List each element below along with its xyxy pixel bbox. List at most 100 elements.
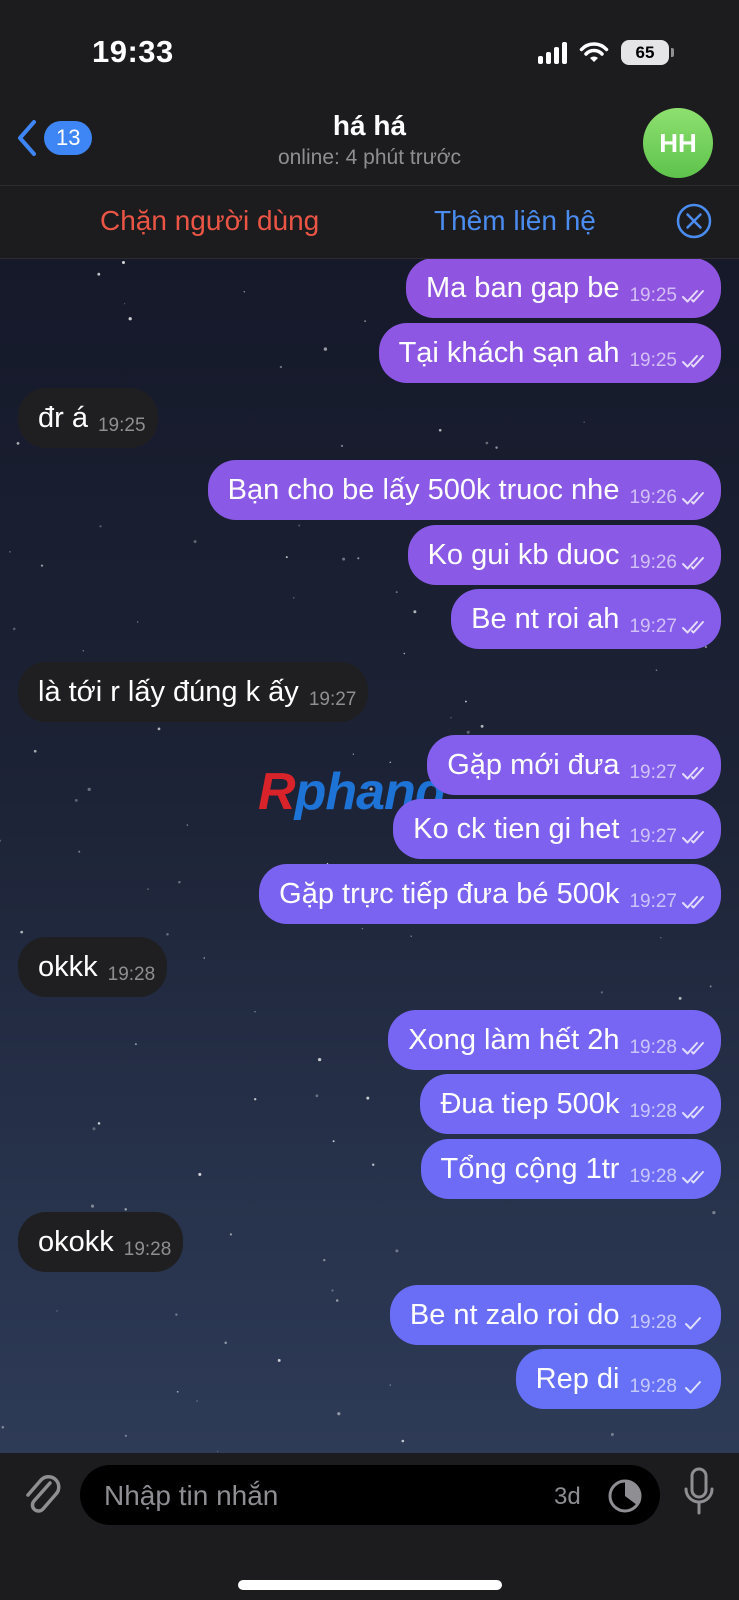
last-seen-status: online: 4 phút trước xyxy=(277,146,462,169)
star xyxy=(279,365,283,369)
close-icon[interactable] xyxy=(676,203,712,239)
single-check-icon xyxy=(685,1317,701,1330)
star xyxy=(485,441,489,445)
timer-icon[interactable] xyxy=(606,1477,644,1515)
star xyxy=(124,1434,127,1437)
star xyxy=(243,291,245,293)
chat-title-area[interactable]: há há online: 4 phút trước xyxy=(0,110,739,170)
message-text: Gặp trực tiếp đưa bé 500k xyxy=(279,877,620,910)
status-indicators: 65 xyxy=(538,40,674,65)
self-destruct-timer-value[interactable]: 3d xyxy=(554,1483,581,1511)
star xyxy=(655,669,658,672)
star xyxy=(135,1043,137,1045)
message-meta: 19:28 xyxy=(629,1376,709,1398)
outgoing-message-bubble[interactable]: Ko gui kb duoc 19:26 xyxy=(407,525,721,585)
block-user-button[interactable]: Chặn người dùng xyxy=(100,205,319,237)
message-meta: 19:26 xyxy=(629,552,709,574)
star xyxy=(337,1412,341,1416)
star xyxy=(193,540,197,544)
star xyxy=(216,1450,219,1452)
star xyxy=(323,347,328,351)
message-time: 19:28 xyxy=(123,1239,172,1260)
star xyxy=(97,1122,101,1125)
star xyxy=(78,850,81,853)
cellular-signal-icon xyxy=(538,41,567,64)
message-meta: 19:27 xyxy=(629,616,709,638)
star xyxy=(121,260,126,265)
star xyxy=(128,317,132,321)
star xyxy=(357,557,360,560)
star xyxy=(600,991,604,994)
outgoing-message-bubble[interactable]: Bạn cho be lấy 500k truoc nhe 19:26 xyxy=(207,460,721,520)
outgoing-message-bubble[interactable]: Gặp mới đưa 19:27 xyxy=(427,735,721,795)
star xyxy=(450,717,452,719)
star xyxy=(124,1208,127,1211)
paperclip-icon[interactable] xyxy=(20,1469,62,1517)
microphone-icon[interactable] xyxy=(682,1467,716,1517)
incoming-message-bubble[interactable]: là tới r lấy đúng k ấy 19:27 xyxy=(18,662,369,722)
message-time: 19:27 xyxy=(629,762,677,783)
star xyxy=(74,798,78,802)
outgoing-message-bubble[interactable]: Be nt zalo roi do 19:28 xyxy=(389,1285,721,1345)
add-contact-button[interactable]: Thêm liên hệ xyxy=(434,205,596,237)
outgoing-message-bubble[interactable]: Gặp trực tiếp đưa bé 500k 19:27 xyxy=(259,864,721,924)
message-time: 19:25 xyxy=(629,350,677,371)
message-list[interactable]: Rphang Ma ban gap be 19:25 Tại khách sạn a… xyxy=(0,259,739,1453)
avatar[interactable]: HH xyxy=(643,108,713,178)
outgoing-message-bubble[interactable]: Rep di 19:28 xyxy=(515,1349,721,1409)
message-text: Ko ck tien gi het xyxy=(413,812,620,845)
double-check-icon xyxy=(682,290,704,303)
battery-icon: 65 xyxy=(621,40,674,65)
star xyxy=(146,888,149,891)
outgoing-message-bubble[interactable]: Đua tiep 500k 19:28 xyxy=(420,1074,721,1134)
star xyxy=(92,1127,96,1131)
incoming-message-bubble[interactable]: đr á 19:25 xyxy=(18,388,158,448)
star xyxy=(480,724,484,728)
double-check-icon xyxy=(682,1106,704,1119)
star xyxy=(335,1299,339,1302)
message-time: 19:25 xyxy=(97,415,146,436)
message-text: Gặp mới đưa xyxy=(447,748,620,781)
star xyxy=(87,787,91,792)
watermark-part-1: R xyxy=(258,763,296,821)
star xyxy=(9,551,11,553)
message-time: 19:27 xyxy=(629,891,677,912)
outgoing-message-bubble[interactable]: Tổng cộng 1tr 19:28 xyxy=(420,1139,721,1199)
star xyxy=(340,444,344,448)
message-text: Xong làm hết 2h xyxy=(408,1023,620,1056)
star xyxy=(176,1390,179,1393)
message-meta: 19:28 xyxy=(629,1312,709,1334)
double-check-icon xyxy=(682,355,704,368)
star xyxy=(332,1140,335,1143)
outgoing-message-bubble[interactable]: Tại khách sạn ah 19:25 xyxy=(378,323,721,383)
message-time: 19:28 xyxy=(629,1037,677,1058)
star xyxy=(285,556,288,559)
message-text: Tại khách sạn ah xyxy=(398,336,620,369)
star xyxy=(254,1011,256,1013)
star xyxy=(495,446,498,449)
star xyxy=(315,1094,319,1098)
star xyxy=(166,933,169,936)
outgoing-message-bubble[interactable]: Be nt roi ah 19:27 xyxy=(451,589,721,649)
star xyxy=(709,985,712,988)
incoming-message-bubble[interactable]: okokk 19:28 xyxy=(18,1212,184,1272)
double-check-icon xyxy=(682,621,704,634)
status-time: 19:33 xyxy=(92,34,174,69)
message-text: Bạn cho be lấy 500k truoc nhe xyxy=(227,473,620,506)
star xyxy=(40,564,44,567)
message-input[interactable]: Nhập tin nhắn 3d xyxy=(80,1465,660,1525)
star xyxy=(389,1384,391,1386)
outgoing-message-bubble[interactable]: Ko ck tien gi het 19:27 xyxy=(393,799,721,859)
star xyxy=(352,753,354,755)
outgoing-message-bubble[interactable]: Ma ban gap be 19:25 xyxy=(405,259,721,318)
message-time: 19:28 xyxy=(629,1101,677,1122)
message-meta: 19:28 xyxy=(108,964,156,986)
message-meta: 19:28 xyxy=(629,1101,709,1123)
outgoing-message-bubble[interactable]: Xong làm hết 2h 19:28 xyxy=(388,1010,721,1070)
status-bar: 19:33 65 xyxy=(0,0,739,100)
star xyxy=(20,930,24,934)
incoming-message-bubble[interactable]: okkk 19:28 xyxy=(18,937,168,997)
star xyxy=(403,652,406,655)
message-meta: 19:28 xyxy=(629,1166,709,1188)
star xyxy=(395,591,398,594)
